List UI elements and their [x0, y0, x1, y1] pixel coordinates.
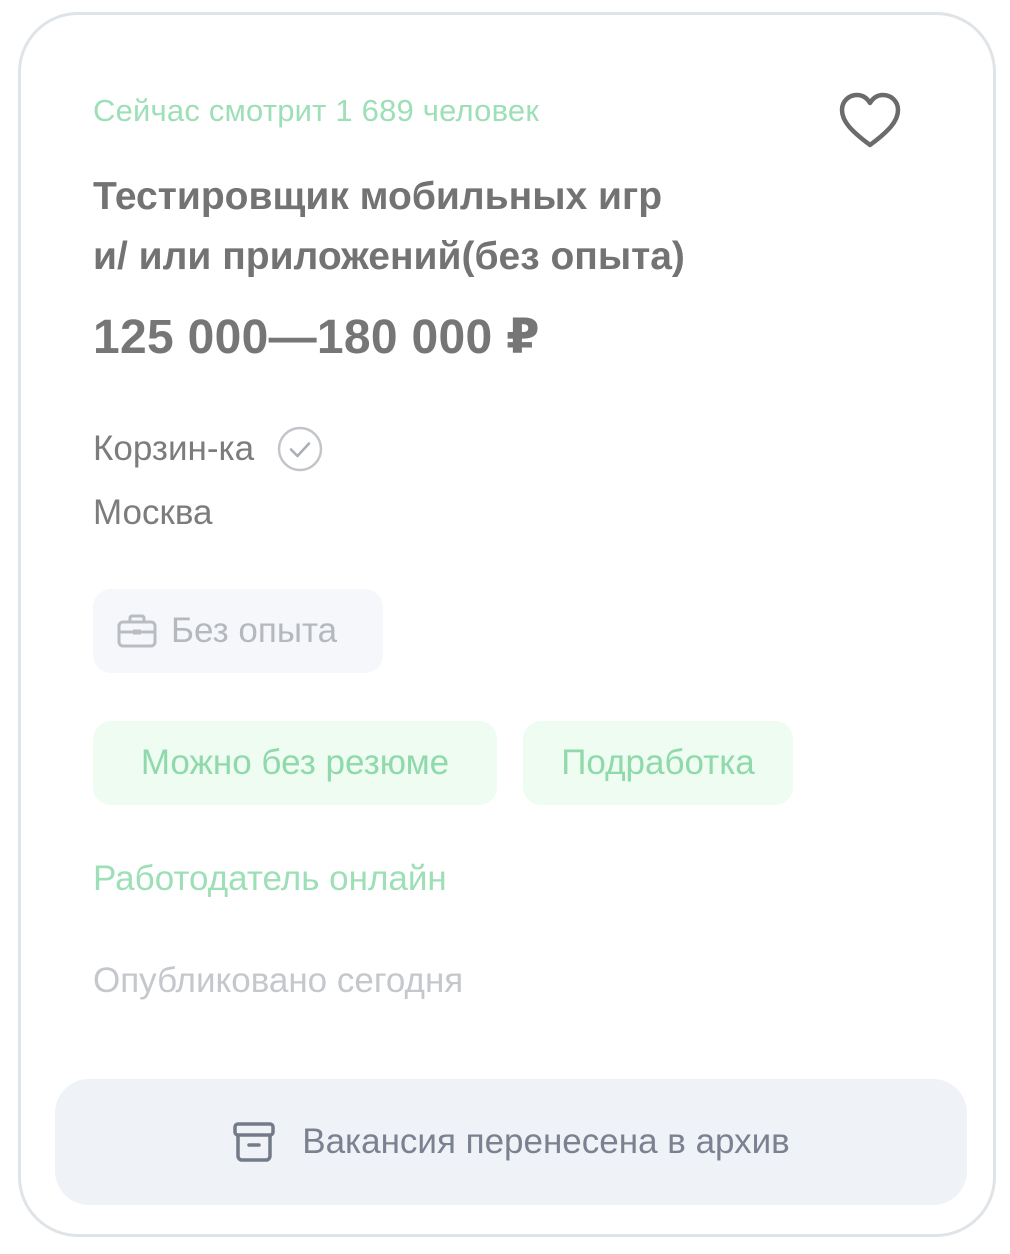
city-text: Москва	[93, 493, 213, 532]
salary-range: 125 000—180 000 ₽	[93, 311, 540, 364]
vacancy-card[interactable]: Сейчас смотрит 1 689 человек Тестировщик…	[18, 12, 996, 1237]
experience-chip: Без опыта	[93, 589, 383, 673]
heart-icon	[839, 92, 901, 148]
vacancy-title-line1: Тестировщик мобильных игр	[93, 175, 663, 218]
archive-status-button[interactable]: Вакансия перенесена в архив	[55, 1079, 967, 1205]
vacancy-title[interactable]: Тестировщик мобильных игр и/ или приложе…	[93, 167, 813, 287]
experience-label: Без опыта	[171, 611, 338, 650]
tag-part-time: Подработка	[523, 721, 793, 805]
company-row: Корзин-ка	[93, 423, 324, 475]
published-date: Опубликовано сегодня	[93, 961, 464, 1000]
vacancy-title-line2: и/ или приложений(без опыта)	[93, 235, 685, 278]
viewers-count-text: Сейчас смотрит 1 689 человек	[93, 93, 540, 128]
employer-online-status: Работодатель онлайн	[93, 859, 447, 898]
archive-box-icon	[233, 1122, 275, 1162]
briefcase-icon	[117, 614, 157, 648]
check-circle-icon	[277, 426, 323, 472]
favorite-button[interactable]	[837, 89, 903, 151]
tag-no-resume: Можно без резюме	[93, 721, 497, 805]
archive-status-label: Вакансия перенесена в архив	[302, 1122, 790, 1161]
company-name[interactable]: Корзин-ка	[93, 429, 254, 469]
